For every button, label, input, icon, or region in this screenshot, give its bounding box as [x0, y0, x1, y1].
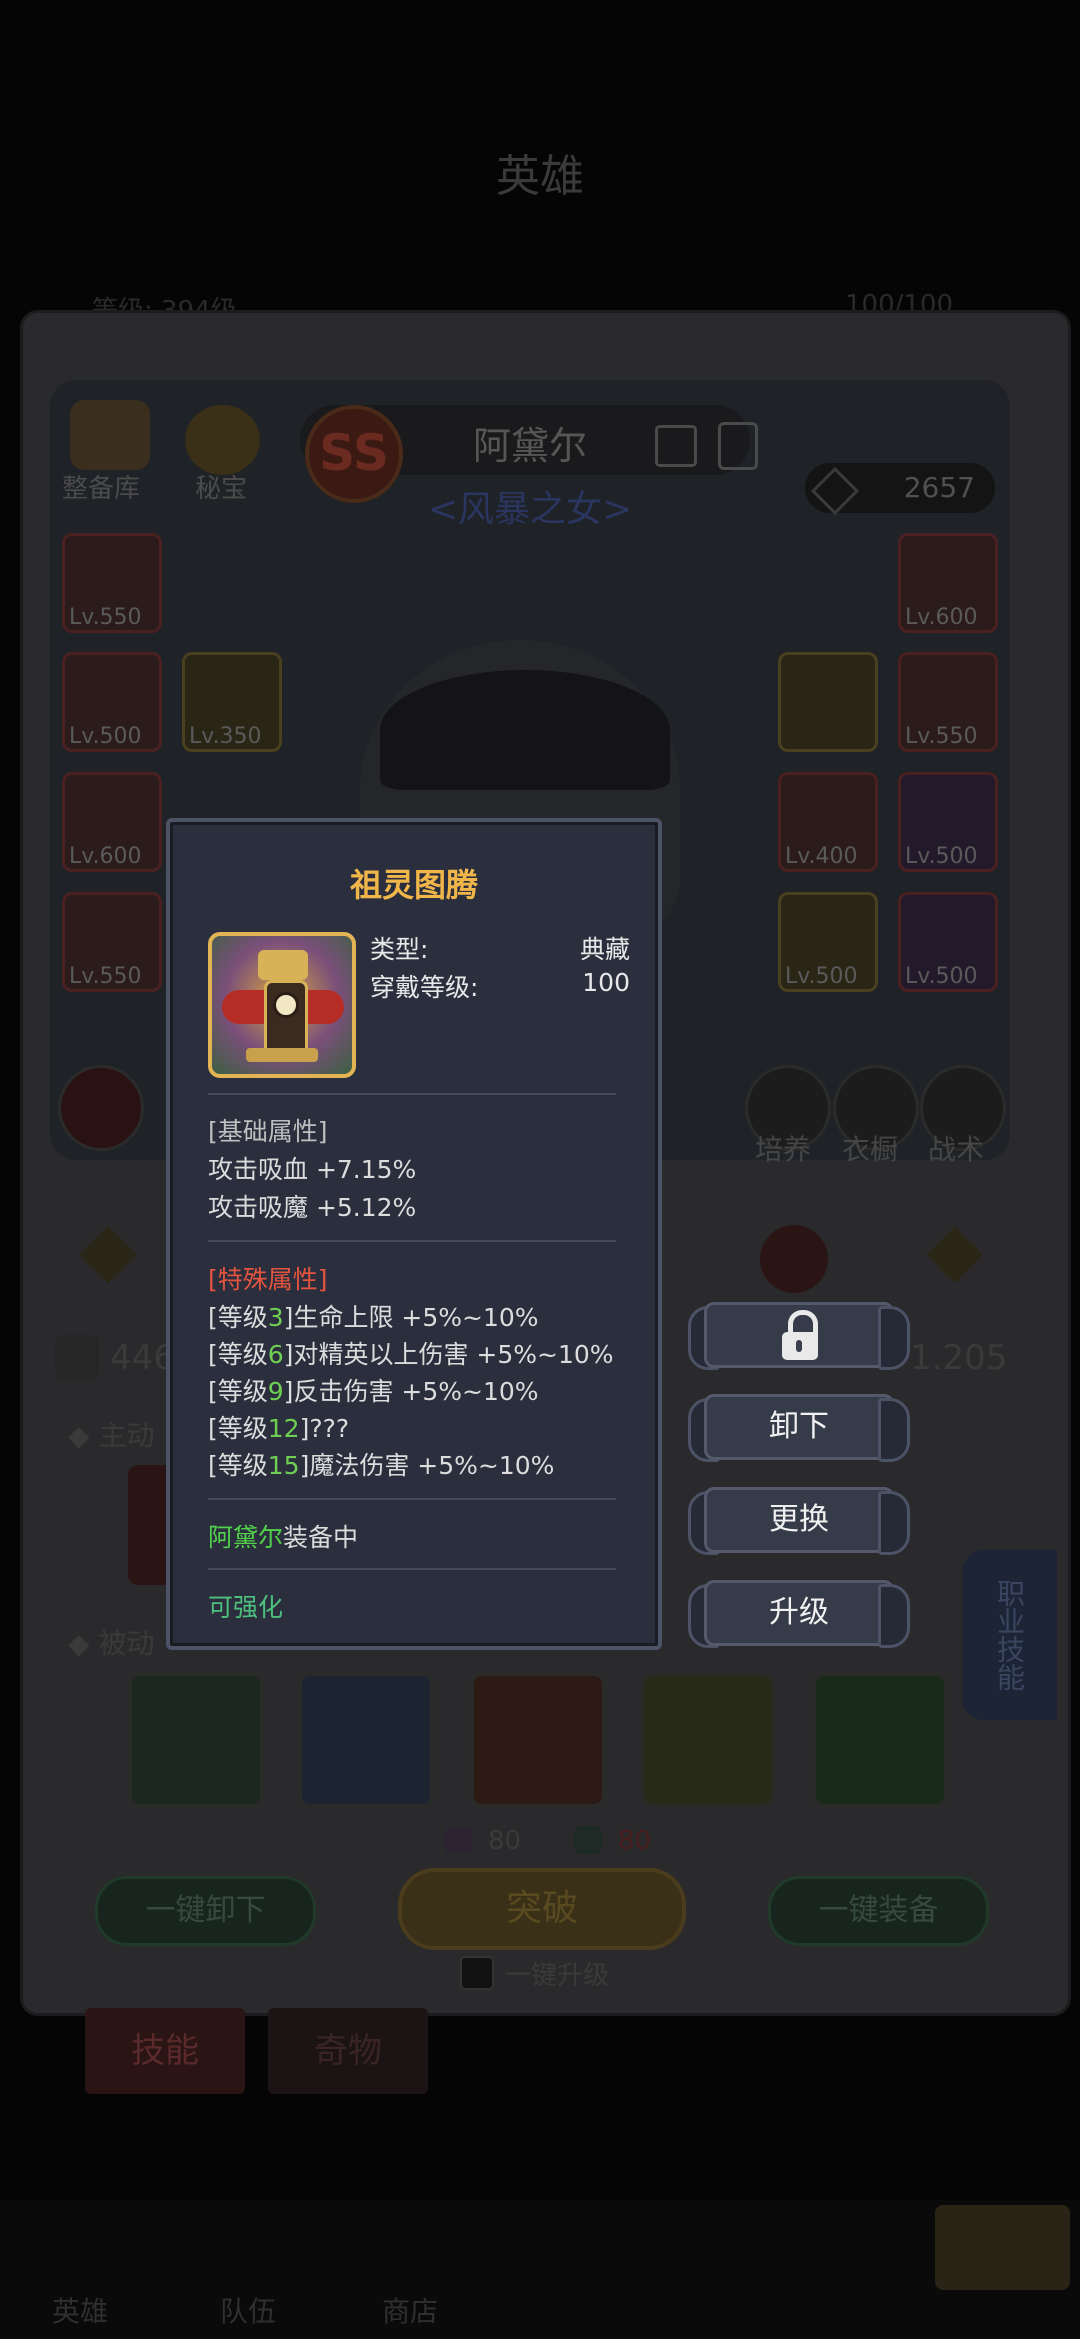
special-attr: [等级3]生命上限 +5%~10% [208, 1303, 539, 1332]
breakthrough-button[interactable]: 突破 [398, 1868, 686, 1950]
witch-hat [380, 670, 670, 790]
screen-title: 英雄 [496, 151, 584, 202]
special-attr: [等级12]??? [208, 1414, 350, 1443]
lock-icon[interactable] [718, 422, 758, 470]
nav-hero[interactable]: 英雄 [52, 2290, 108, 2330]
treasure-icon[interactable] [185, 405, 260, 475]
divider [208, 1093, 616, 1095]
upgrade-button[interactable]: 升级 [688, 1574, 910, 1652]
bottom-nav [0, 2200, 1080, 2339]
upgrade-all-checkbox[interactable] [460, 1956, 494, 1990]
upgrade-all-label: 一键升级 [505, 1961, 610, 1991]
armory-label: 整备库 [62, 474, 141, 504]
replace-button[interactable]: 更换 [688, 1481, 910, 1559]
totem-icon [258, 950, 308, 980]
special-attr: [等级9]反击伤害 +5%~10% [208, 1377, 539, 1406]
passive-skill-tile[interactable] [470, 1672, 606, 1808]
special-attrs-header: [特殊属性] [208, 1265, 328, 1294]
passive-skill-tile[interactable] [640, 1672, 776, 1808]
next-arrow-icon[interactable] [935, 2205, 1070, 2290]
equip-slot[interactable]: Lv.550 [898, 652, 998, 752]
material-icon [444, 1826, 472, 1854]
tab-skills[interactable]: 技能 [85, 2008, 245, 2094]
passive-skill-tile[interactable] [812, 1672, 948, 1808]
equip-slot[interactable]: Lv.550 [62, 892, 162, 992]
equip-slot[interactable]: Lv.600 [62, 772, 162, 872]
equip-slot[interactable]: Lv.600 [898, 533, 998, 633]
equip-slot[interactable]: Lv.550 [62, 533, 162, 633]
equip-slot[interactable]: Lv.400 [778, 772, 878, 872]
train-label: 培养 [755, 1133, 812, 1166]
class-skill-tab[interactable]: 职业技能 [962, 1550, 1057, 1720]
divider [208, 1240, 616, 1242]
wear-level-value: 100 [582, 968, 630, 997]
unequip-button[interactable]: 卸下 [688, 1388, 910, 1466]
stat-right: 1.205 [910, 1338, 1008, 1378]
armory-icon[interactable] [70, 400, 150, 470]
special-attr: [等级15]魔法伤害 +5%~10% [208, 1451, 555, 1480]
equip-slot[interactable]: Lv.500 [62, 652, 162, 752]
basic-attr: 攻击吸血 +7.15% [208, 1155, 417, 1184]
eye-emblem-icon [760, 1225, 828, 1293]
divider [208, 1568, 616, 1570]
special-attr: [等级6]对精英以上伤害 +5%~10% [208, 1340, 614, 1369]
tactics-label: 战术 [928, 1133, 985, 1166]
type-value: 典藏 [579, 935, 630, 964]
passive-section-label: ◆ 被动 [68, 1627, 155, 1660]
enhance-status: 可强化 [208, 1593, 284, 1622]
equip-slot[interactable]: Lv.350 [182, 652, 282, 752]
cost-2: 80 [618, 1826, 652, 1856]
wardrobe-label: 衣橱 [842, 1133, 899, 1166]
item-name: 祖灵图腾 [349, 866, 478, 904]
fist-icon [55, 1335, 99, 1379]
equip-slot[interactable] [778, 652, 878, 752]
nav-team[interactable]: 队伍 [220, 2290, 276, 2330]
rank-emblem-icon[interactable] [58, 1065, 144, 1151]
equip-slot[interactable]: Lv.500 [898, 772, 998, 872]
wear-level-label: 穿戴等级: [370, 973, 479, 1002]
nav-shop[interactable]: 商店 [382, 2290, 438, 2330]
passive-skill-tile[interactable] [128, 1672, 264, 1808]
divider [208, 1498, 616, 1500]
active-section-label: ◆ 主动 [68, 1419, 155, 1452]
equip-all-button[interactable]: 一键装备 [768, 1876, 989, 1946]
passive-skill-tile[interactable] [298, 1672, 434, 1808]
basic-attrs-header: [基础属性] [208, 1117, 328, 1146]
tab-artifacts[interactable]: 奇物 [268, 2008, 428, 2094]
hero-name: 阿黛尔 [472, 424, 587, 468]
edit-icon[interactable] [655, 425, 697, 467]
equipped-status: 阿黛尔装备中 [208, 1523, 359, 1552]
equip-slot[interactable]: Lv.500 [778, 892, 878, 992]
treasure-label: 秘宝 [195, 474, 248, 504]
unequip-all-button[interactable]: 一键卸下 [95, 1876, 316, 1946]
emblem-material-icon [574, 1826, 602, 1854]
hero-subtitle: <风暴之女> [427, 489, 633, 530]
type-label: 类型: [370, 935, 429, 964]
cost-1: 80 [488, 1826, 522, 1856]
equip-slot[interactable]: Lv.500 [898, 892, 998, 992]
basic-attr: 攻击吸魔 +5.12% [208, 1193, 417, 1222]
